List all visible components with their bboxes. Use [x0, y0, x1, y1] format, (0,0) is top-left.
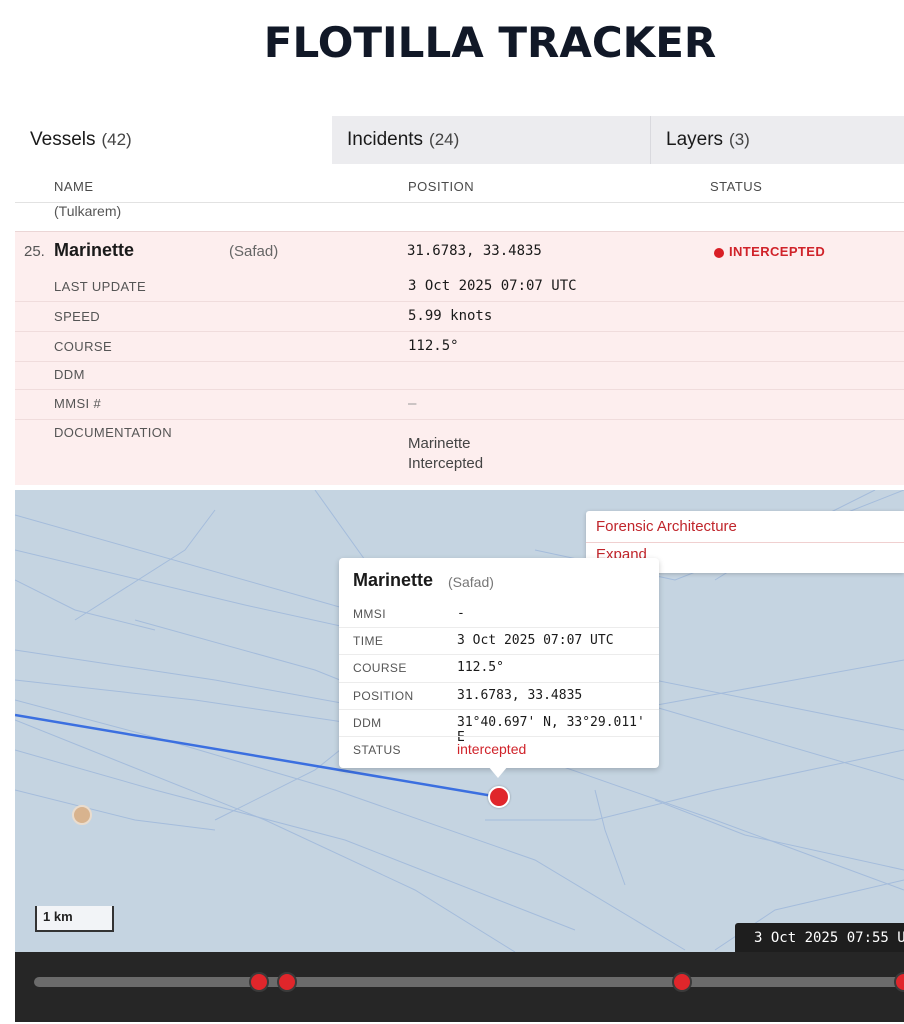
popup-value-position: 31.6783, 33.4835	[457, 688, 583, 703]
documentation-item[interactable]: Marinette	[408, 434, 483, 454]
column-header-position[interactable]: POSITION	[408, 179, 474, 194]
popup-divider	[339, 709, 659, 710]
tab-vessels[interactable]: Vessels (42)	[15, 116, 332, 164]
timeline-track[interactable]	[34, 977, 904, 987]
detail-label-ddm: DDM	[54, 367, 85, 382]
previous-row-origin[interactable]: (Tulkarem)	[54, 203, 121, 219]
documentation-list: Marinette Intercepted	[408, 434, 483, 474]
detail-value-course: 112.5°	[408, 338, 459, 354]
popup-label-mmsi: MMSI	[353, 607, 386, 621]
tab-layers[interactable]: Layers (3)	[651, 116, 904, 164]
popup-divider	[339, 736, 659, 737]
vessel-name[interactable]: Marinette	[54, 240, 134, 261]
column-header-status[interactable]: STATUS	[710, 179, 762, 194]
detail-label-course: COURSE	[54, 339, 113, 354]
popup-label-course: COURSE	[353, 661, 407, 675]
popup-value-status: intercepted	[457, 741, 527, 757]
popup-label-position: POSITION	[353, 689, 414, 703]
timeline-scrubber[interactable]	[15, 952, 904, 1022]
popup-vessel-name: Marinette	[353, 570, 434, 590]
tab-incidents-label: Incidents	[347, 129, 424, 150]
row-divider	[15, 231, 904, 232]
detail-label-documentation: DOCUMENTATION	[54, 425, 173, 440]
detail-divider	[15, 389, 904, 390]
attribution-divider	[586, 542, 904, 543]
status-badge: INTERCEPTED	[729, 244, 826, 259]
timeline-event-marker[interactable]	[277, 972, 297, 992]
vessel-origin: (Safad)	[229, 243, 279, 260]
column-header-name[interactable]: NAME	[54, 179, 94, 194]
tab-vessels-count: (42)	[101, 130, 132, 149]
map-scale-bar: 1 km	[35, 906, 114, 932]
tab-incidents[interactable]: Incidents (24)	[332, 116, 651, 164]
forensic-architecture-link[interactable]: Forensic Architecture	[596, 518, 737, 535]
time-readout: 3 Oct 2025 07:55 U	[735, 923, 904, 953]
tab-layers-label: Layers	[666, 129, 724, 150]
tab-layers-count: (3)	[729, 130, 750, 149]
detail-value-speed: 5.99 knots	[408, 308, 493, 324]
popup-label-ddm: DDM	[353, 716, 382, 730]
selected-vessel-marker[interactable]	[488, 786, 510, 808]
detail-divider	[15, 301, 904, 302]
popup-label-time: TIME	[353, 634, 384, 648]
status-dot-icon	[714, 248, 724, 258]
popup-value-mmsi: -	[457, 606, 465, 621]
detail-divider	[15, 331, 904, 332]
timeline-event-marker[interactable]	[894, 972, 904, 992]
tab-bar: Vessels (42) Incidents (24) Layers (3)	[15, 116, 904, 164]
app-title: FLOTILLA TRACKER	[263, 18, 717, 67]
popup-vessel-origin: (Safad)	[448, 574, 494, 590]
vessel-popup: Marinette (Safad) MMSI - TIME 3 Oct 2025…	[339, 558, 659, 768]
tab-incidents-count: (24)	[429, 130, 460, 149]
popup-divider	[339, 654, 659, 655]
scale-label: 1 km	[43, 909, 73, 924]
detail-divider	[15, 419, 904, 420]
tab-vessels-label: Vessels	[30, 129, 96, 150]
popup-value-course: 112.5°	[457, 660, 504, 675]
popup-divider	[339, 627, 659, 628]
popup-divider	[339, 682, 659, 683]
detail-divider	[15, 361, 904, 362]
documentation-item[interactable]: Intercepted	[408, 454, 483, 474]
vessel-position: 31.6783, 33.4835	[407, 243, 542, 259]
row-index: 25.	[24, 243, 45, 260]
other-vessel-marker[interactable]	[72, 805, 92, 825]
detail-label-speed: SPEED	[54, 309, 101, 324]
popup-value-time: 3 Oct 2025 07:07 UTC	[457, 633, 614, 648]
timeline-event-marker[interactable]	[672, 972, 692, 992]
detail-label-last-update: LAST UPDATE	[54, 279, 147, 294]
detail-label-mmsi: MMSI #	[54, 396, 102, 411]
popup-pointer	[488, 766, 508, 778]
header-divider	[15, 202, 904, 203]
detail-value-mmsi: –	[408, 396, 417, 412]
timeline-event-marker[interactable]	[249, 972, 269, 992]
detail-value-last-update: 3 Oct 2025 07:07 UTC	[408, 278, 577, 294]
popup-label-status: STATUS	[353, 743, 401, 757]
